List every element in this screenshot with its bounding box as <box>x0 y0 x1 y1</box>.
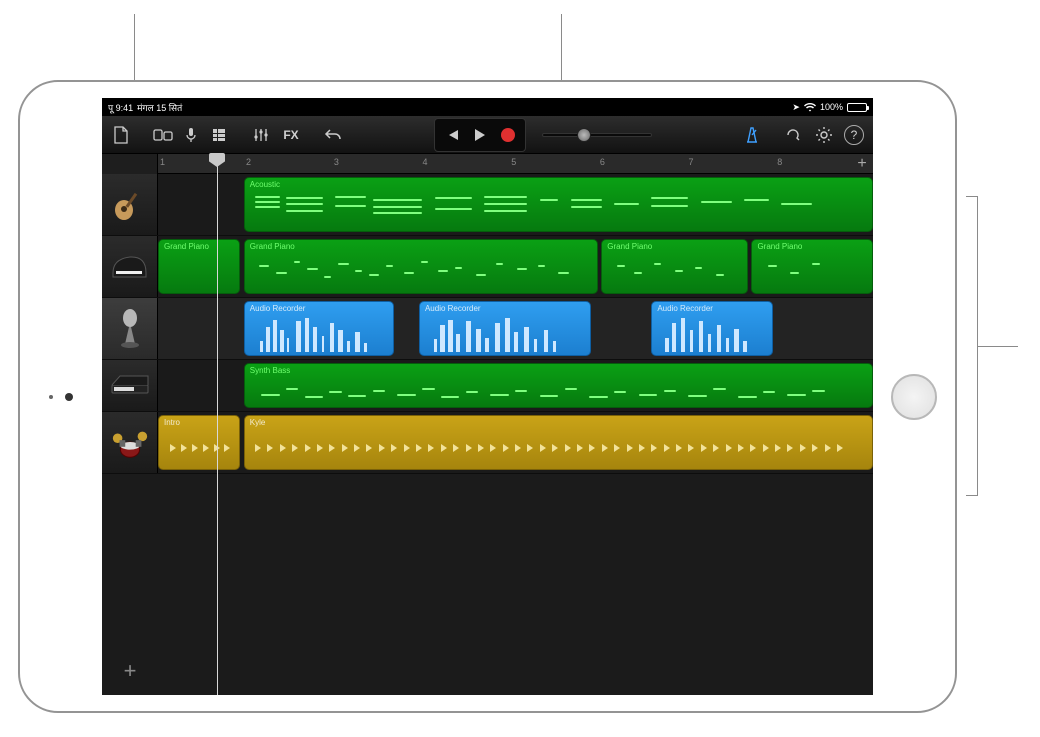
waveform <box>249 316 389 352</box>
callout-bracket-tracks <box>960 196 978 496</box>
add-section-button[interactable]: + <box>853 155 871 173</box>
region-audio-3[interactable]: Audio Recorder <box>651 301 773 356</box>
my-songs-button[interactable] <box>108 122 134 148</box>
transport-controls <box>434 118 526 152</box>
ruler-bar-8: 8 <box>777 157 782 167</box>
region-piano-2[interactable]: Grand Piano <box>244 239 598 294</box>
track-header-audio[interactable] <box>102 298 158 359</box>
app-screen: पू 9:41 मंगल 15 सितं ➤ 100% <box>102 98 873 695</box>
ruler-bar-4: 4 <box>423 157 428 167</box>
waveform <box>656 316 768 352</box>
region-piano-1[interactable]: Grand Piano <box>158 239 240 294</box>
ruler-bar-5: 5 <box>511 157 516 167</box>
ruler-bar-1: 1 <box>160 157 165 167</box>
region-synth[interactable]: Synth Bass <box>244 363 873 408</box>
drummer-content <box>249 430 868 466</box>
metronome-button[interactable] <box>739 122 765 148</box>
battery-pct: 100% <box>820 102 843 112</box>
record-button[interactable] <box>499 122 517 148</box>
track-lane-piano[interactable]: Grand Piano Grand Piano <box>158 236 873 297</box>
track-header-guitar[interactable] <box>102 174 158 235</box>
timeline-ruler[interactable]: + 1 2 3 4 5 6 7 8 <box>158 154 873 174</box>
midi-content <box>756 254 868 290</box>
synth-icon <box>110 366 150 406</box>
wifi-icon <box>804 103 816 112</box>
region-label: Grand Piano <box>250 242 295 251</box>
track-row-guitar: Acoustic <box>102 174 873 236</box>
region-audio-1[interactable]: Audio Recorder <box>244 301 394 356</box>
settings-button[interactable] <box>811 122 837 148</box>
region-label: Intro <box>164 418 180 427</box>
master-volume-slider[interactable] <box>542 133 652 137</box>
region-label: Grand Piano <box>607 242 652 251</box>
track-row-synth: Synth Bass <box>102 360 873 412</box>
piano-icon <box>110 247 150 287</box>
ruler-bar-3: 3 <box>334 157 339 167</box>
midi-content <box>249 378 868 404</box>
ruler-corner <box>102 154 158 174</box>
region-label: Kyle <box>250 418 266 427</box>
region-audio-2[interactable]: Audio Recorder <box>419 301 591 356</box>
play-button[interactable] <box>471 122 489 148</box>
status-bar: पू 9:41 मंगल 15 सितं ➤ 100% <box>102 98 873 116</box>
region-drums-kyle[interactable]: Kyle <box>244 415 873 470</box>
ipad-home-button[interactable] <box>891 374 937 420</box>
tracks-grid-button[interactable] <box>206 122 232 148</box>
ipad-camera <box>65 393 73 401</box>
location-icon: ➤ <box>792 102 800 113</box>
region-piano-4[interactable]: Grand Piano <box>751 239 873 294</box>
midi-content <box>606 254 743 290</box>
track-row-piano: Grand Piano Grand Piano <box>102 236 873 298</box>
region-label: Grand Piano <box>164 242 209 251</box>
volume-thumb[interactable] <box>577 128 591 142</box>
region-piano-3[interactable]: Grand Piano <box>601 239 748 294</box>
drummer-content <box>163 430 235 466</box>
fx-button[interactable]: FX <box>278 122 304 148</box>
toolbar: FX <box>102 116 873 154</box>
region-label: Audio Recorder <box>425 304 481 313</box>
undo-button[interactable] <box>320 122 346 148</box>
help-button[interactable]: ? <box>841 122 867 148</box>
ruler-bar-7: 7 <box>689 157 694 167</box>
region-label: Audio Recorder <box>657 304 713 313</box>
waveform <box>424 316 586 352</box>
track-header-synth[interactable] <box>102 360 158 411</box>
callout-line-playhead <box>134 14 135 84</box>
ruler-bar-6: 6 <box>600 157 605 167</box>
region-label: Acoustic <box>250 180 280 189</box>
mic-button[interactable] <box>178 122 204 148</box>
ipad-frame: पू 9:41 मंगल 15 सितं ➤ 100% <box>18 80 957 713</box>
guitar-icon <box>110 185 150 225</box>
battery-icon <box>847 103 867 112</box>
drums-icon <box>110 423 150 463</box>
tracks-area: Acoustic <box>102 174 873 695</box>
midi-content <box>249 192 868 228</box>
view-switch <box>150 122 232 148</box>
midi-content <box>249 254 593 290</box>
track-lane-drums[interactable]: Intro Kyle <box>158 412 873 473</box>
ruler-bar-2: 2 <box>246 157 251 167</box>
region-drums-intro[interactable]: Intro <box>158 415 240 470</box>
region-acoustic[interactable]: Acoustic <box>244 177 873 232</box>
track-lane-synth[interactable]: Synth Bass <box>158 360 873 411</box>
mixer-button[interactable] <box>248 122 274 148</box>
goto-start-button[interactable] <box>443 122 461 148</box>
mic-track-icon <box>110 309 150 349</box>
loop-browser-button[interactable] <box>781 122 807 148</box>
track-row-drums: Intro Kyle <box>102 412 873 474</box>
region-label: Synth Bass <box>250 366 290 375</box>
callout-line-right <box>978 346 1018 347</box>
track-lane-audio[interactable]: Audio Recorder Audio Recorder <box>158 298 873 359</box>
track-header-drums[interactable] <box>102 412 158 473</box>
status-date: मंगल 15 सितं <box>137 101 182 114</box>
browser-button[interactable] <box>150 122 176 148</box>
status-time: पू 9:41 <box>108 101 133 114</box>
track-lane-guitar[interactable]: Acoustic <box>158 174 873 235</box>
region-label: Grand Piano <box>757 242 802 251</box>
region-label: Audio Recorder <box>250 304 306 313</box>
track-row-audio: Audio Recorder Audio Recorder <box>102 298 873 360</box>
track-header-piano[interactable] <box>102 236 158 297</box>
add-track-button[interactable]: + <box>116 657 144 685</box>
